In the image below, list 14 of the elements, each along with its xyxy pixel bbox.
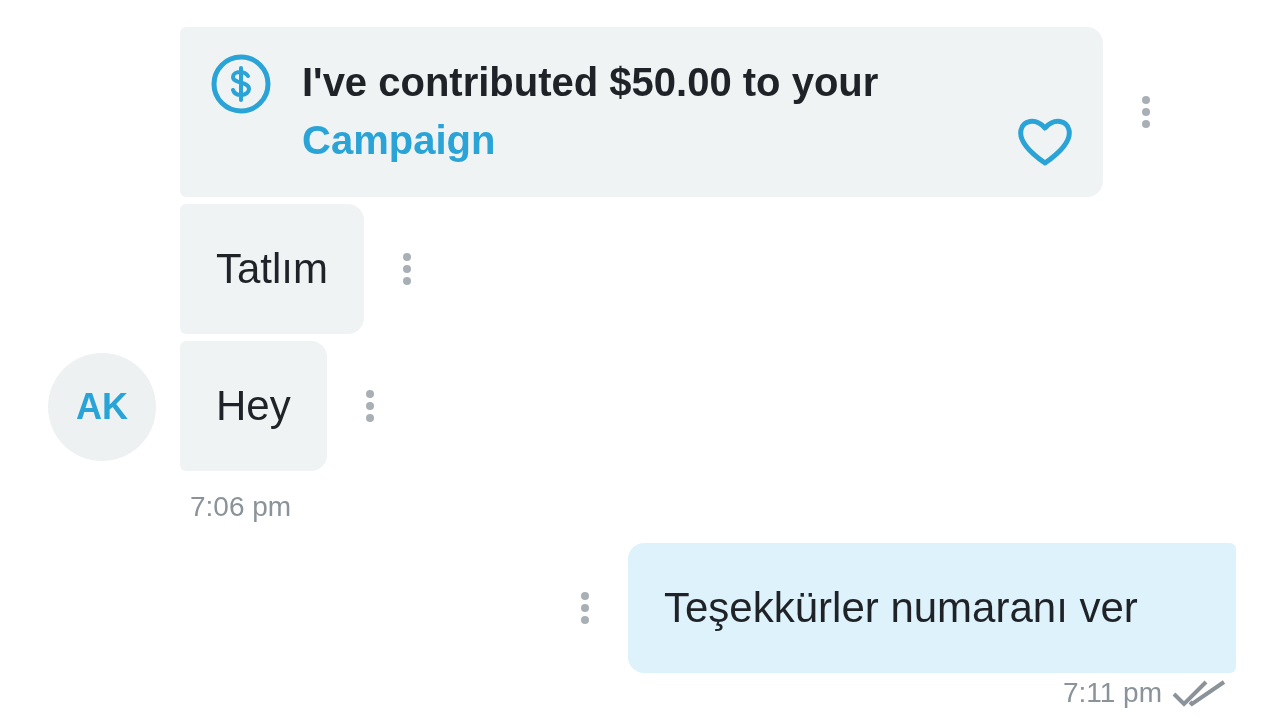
- message-bubble: Teşekkürler numaranı ver: [628, 543, 1236, 673]
- dollar-icon: [210, 53, 272, 115]
- timestamp: 7:11 pm: [1062, 677, 1162, 709]
- message-bubble: Tatlım: [180, 204, 364, 334]
- more-options-icon[interactable]: [402, 251, 412, 287]
- more-options-icon[interactable]: [364, 388, 375, 424]
- double-check-icon: [1172, 678, 1226, 708]
- timestamp: 7:06 pm: [190, 491, 293, 523]
- more-options-icon[interactable]: [1141, 94, 1151, 130]
- campaign-link[interactable]: Campaign: [302, 111, 879, 169]
- message-text: I've contributed $50.00 to your: [302, 59, 879, 106]
- more-options-icon[interactable]: [580, 590, 590, 626]
- message-bubble: Hey: [180, 341, 327, 471]
- avatar[interactable]: AK: [48, 353, 156, 461]
